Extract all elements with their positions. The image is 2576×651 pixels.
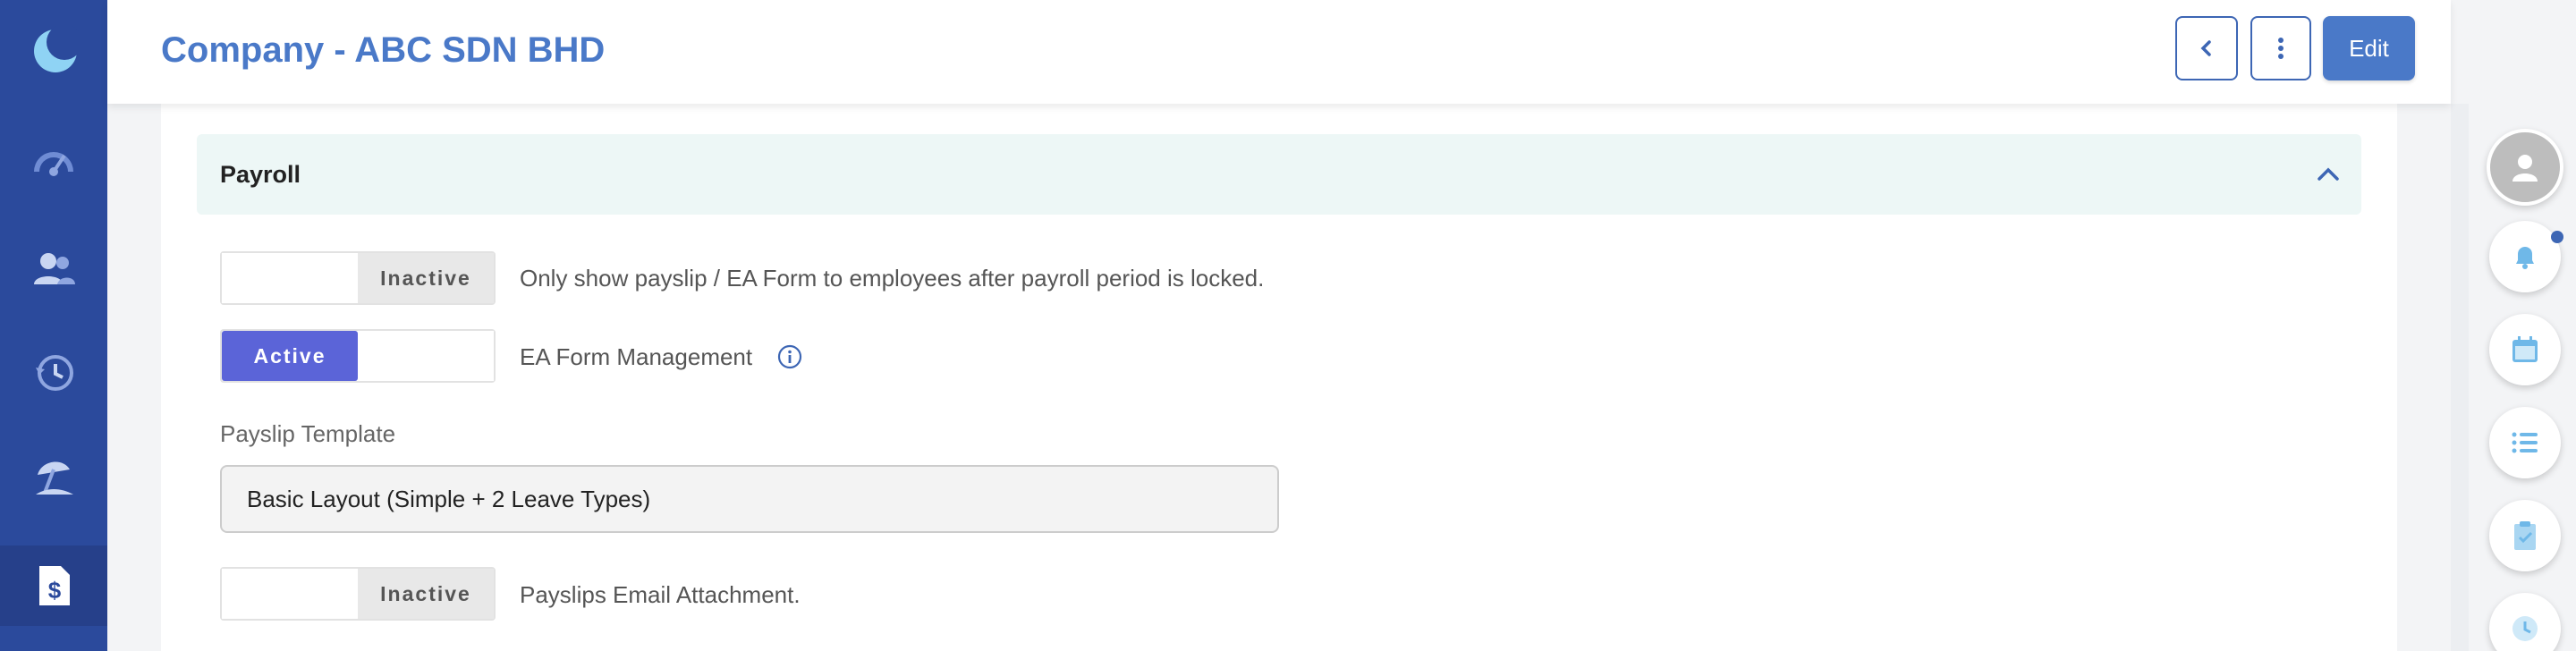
bell-icon xyxy=(2516,247,2534,269)
clipboard-check-icon xyxy=(2514,521,2536,550)
dashboard-gauge-icon[interactable] xyxy=(0,121,107,201)
toggle-state-label[interactable]: Inactive xyxy=(358,569,494,619)
payslip-lock-label: Only show payslip / EA Form to employees… xyxy=(520,265,1265,292)
payslip-template-select[interactable]: Basic Layout (Simple + 2 Leave Types) xyxy=(220,465,1279,533)
toggle-blank-segment[interactable] xyxy=(358,331,494,381)
chevron-left-icon xyxy=(2200,40,2211,56)
users-icon[interactable] xyxy=(0,230,107,310)
logo-icon[interactable] xyxy=(0,11,107,91)
payroll-accordion-header[interactable]: Payroll xyxy=(197,134,2361,215)
notifications-button[interactable] xyxy=(2489,221,2561,292)
right-rail xyxy=(2469,0,2576,651)
calendar-icon xyxy=(2512,336,2538,362)
history-clock-icon[interactable] xyxy=(0,333,107,413)
toggle-state-label[interactable]: Inactive xyxy=(358,253,494,303)
leave-beach-icon[interactable] xyxy=(0,436,107,517)
chevron-up-icon[interactable] xyxy=(2315,161,2342,188)
edit-button[interactable]: Edit xyxy=(2323,16,2415,80)
tasks-button[interactable] xyxy=(2489,500,2561,571)
avatar[interactable] xyxy=(2487,129,2563,206)
scrollbar[interactable] xyxy=(2451,104,2469,651)
toggle-state-label[interactable]: Active xyxy=(222,331,358,381)
calendar-button[interactable] xyxy=(2489,314,2561,385)
vertical-dots-icon xyxy=(2278,38,2284,59)
more-options-button[interactable] xyxy=(2250,16,2311,80)
list-icon xyxy=(2512,432,2538,453)
svg-text:$: $ xyxy=(48,577,62,604)
main-content: Payroll Inactive Only show payslip / EA … xyxy=(161,104,2397,651)
notification-dot xyxy=(2551,231,2563,243)
sidebar: $ xyxy=(0,0,107,651)
email-attachment-label: Payslips Email Attachment. xyxy=(520,581,801,608)
top-bar: Company - ABC SDN BHD Edit xyxy=(107,0,2451,104)
clock-button[interactable] xyxy=(2489,593,2561,651)
toggle-blank-segment[interactable] xyxy=(222,569,358,619)
list-button[interactable] xyxy=(2489,407,2561,478)
payroll-dollar-icon[interactable]: $ xyxy=(0,545,107,626)
back-button[interactable] xyxy=(2175,16,2238,80)
info-icon[interactable] xyxy=(776,343,803,370)
section-title: Payroll xyxy=(220,161,301,188)
ea-form-label: EA Form Management xyxy=(520,343,753,370)
email-attachment-toggle[interactable]: Inactive xyxy=(220,567,496,621)
user-avatar-icon xyxy=(2512,155,2538,182)
ea-form-toggle[interactable]: Active xyxy=(220,329,496,383)
payslip-lock-toggle[interactable]: Inactive xyxy=(220,251,496,305)
page-title: Company - ABC SDN BHD xyxy=(161,30,606,70)
toggle-blank-segment[interactable] xyxy=(222,253,358,303)
payslip-template-label: Payslip Template xyxy=(220,420,396,447)
clock-icon xyxy=(2512,616,2538,641)
